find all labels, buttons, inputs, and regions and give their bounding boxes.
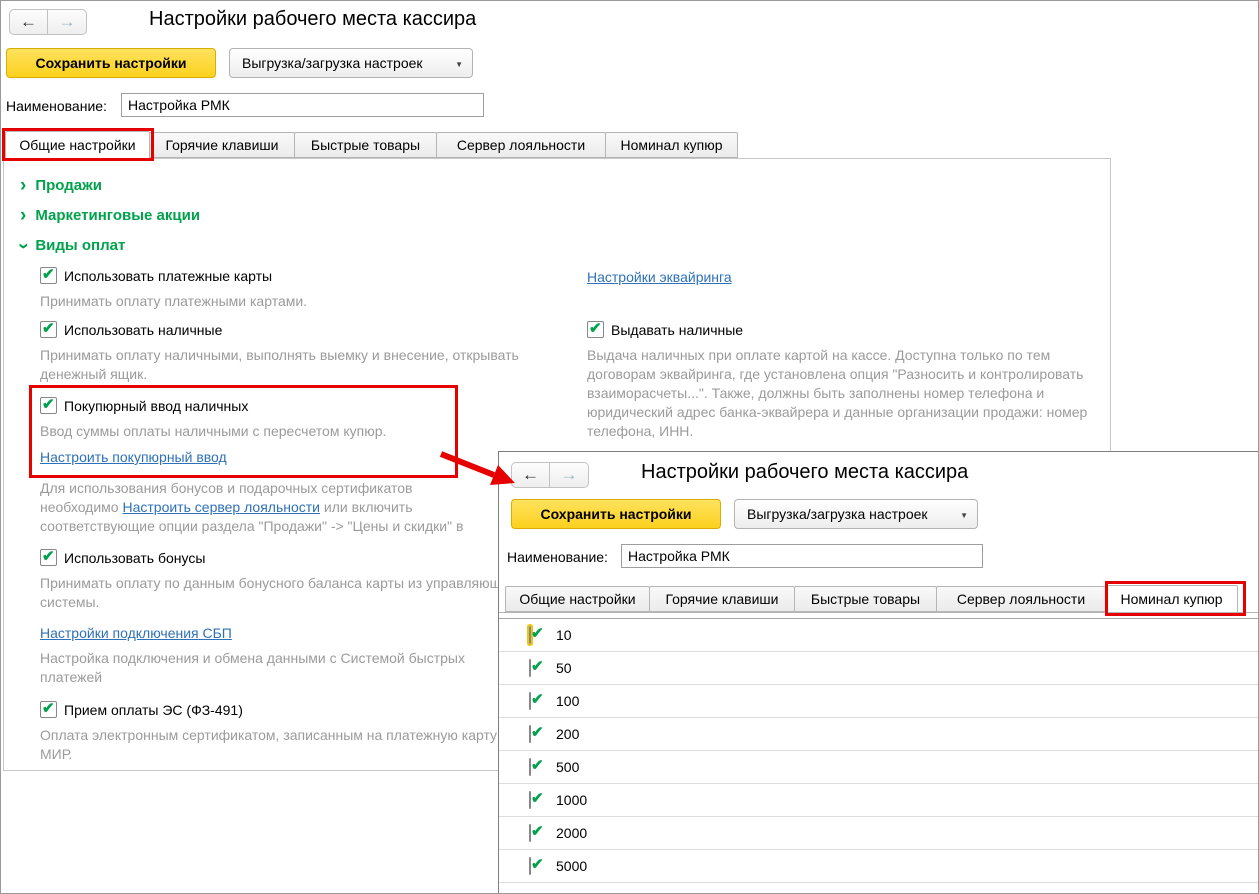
- export-import-settings-button[interactable]: Выгрузка/загрузка настроек ▼: [229, 48, 473, 78]
- table-row[interactable]: 500: [499, 751, 1258, 784]
- export-import-label: Выгрузка/загрузка настроек: [747, 506, 928, 522]
- denomination-value: 10: [556, 627, 572, 643]
- chevron-down-icon: ▼: [960, 511, 968, 520]
- tab-quick-goods[interactable]: Быстрые товары: [794, 586, 937, 612]
- sbp-connection-settings-link[interactable]: Настройки подключения СБП: [40, 625, 232, 641]
- tab-banknote-denomination[interactable]: Номинал купюр: [1105, 585, 1238, 613]
- save-settings-button[interactable]: Сохранить настройки: [511, 499, 721, 529]
- section-label: Маркетинговые акции: [35, 207, 201, 224]
- hint-banknote-entry: Ввод суммы оплаты наличными с пересчетом…: [40, 423, 387, 439]
- denomination-value: 100: [556, 693, 580, 709]
- checkbox-checked-icon[interactable]: [529, 758, 531, 776]
- name-label: Наименование:: [507, 549, 608, 565]
- chevron-right-icon: ›: [20, 174, 27, 196]
- export-import-label: Выгрузка/загрузка настроек: [242, 55, 423, 71]
- table-row[interactable]: 200: [499, 718, 1258, 751]
- checkbox-row-use-bonuses[interactable]: Использовать бонусы: [40, 547, 206, 566]
- checkbox-checked-icon[interactable]: [40, 319, 57, 338]
- page-title: Настройки рабочего места кассира: [149, 8, 477, 30]
- acquiring-settings-link[interactable]: Настройки эквайринга: [587, 269, 732, 285]
- section-payment-types[interactable]: › Виды оплат: [13, 237, 126, 254]
- overlay-window: ← → Настройки рабочего места кассира Сох…: [498, 451, 1258, 893]
- denomination-value: 50: [556, 660, 572, 676]
- tab-general-settings[interactable]: Общие настройки: [5, 131, 150, 159]
- tab-loyalty-server[interactable]: Сервер лояльности: [436, 132, 606, 158]
- checkbox-checked-icon[interactable]: [529, 692, 531, 710]
- denomination-value: 500: [556, 759, 580, 775]
- nav-button-group: ← →: [511, 462, 589, 488]
- checkbox-row-es-payment[interactable]: Прием оплаты ЭС (ФЗ-491): [40, 699, 243, 718]
- checkbox-checked-icon[interactable]: [529, 659, 531, 677]
- checkbox-checked-icon[interactable]: [40, 699, 57, 718]
- save-settings-button[interactable]: Сохранить настройки: [6, 48, 216, 78]
- checkbox-label: Прием оплаты ЭС (ФЗ-491): [64, 701, 243, 718]
- configure-loyalty-server-link[interactable]: Настроить сервер лояльности: [122, 499, 320, 515]
- checkbox-label: Покупюрный ввод наличных: [64, 397, 249, 414]
- hint-use-cash: Принимать оплату наличными, выполнять вы…: [40, 347, 519, 382]
- name-input[interactable]: [621, 544, 983, 568]
- hint-cash-out: Выдача наличных при оплате картой на кас…: [587, 347, 1088, 439]
- forward-arrow-icon[interactable]: →: [550, 462, 589, 488]
- tab-bar-main: Общие настройки Горячие клавиши Быстрые …: [5, 131, 738, 159]
- tab-quick-goods[interactable]: Быстрые товары: [294, 132, 437, 158]
- annotation-arrow: [439, 451, 515, 485]
- checkbox-checked-icon[interactable]: [40, 395, 57, 414]
- checkbox-label: Выдавать наличные: [611, 321, 744, 338]
- denomination-value: 5000: [556, 858, 588, 874]
- table-row[interactable]: 100: [499, 685, 1258, 718]
- tab-hotkeys[interactable]: Горячие клавиши: [149, 132, 295, 158]
- table-row[interactable]: 50: [499, 652, 1258, 685]
- configure-banknote-entry-link[interactable]: Настроить покупюрный ввод: [40, 449, 227, 465]
- checkbox-checked-icon[interactable]: [529, 725, 531, 743]
- checkbox-row-use-cash[interactable]: Использовать наличные: [40, 319, 223, 338]
- denomination-value: 1000: [556, 792, 588, 808]
- table-row[interactable]: 10: [499, 619, 1258, 652]
- checkbox-checked-icon[interactable]: [529, 791, 531, 809]
- checkbox-checked-icon[interactable]: [529, 626, 531, 644]
- checkbox-checked-icon[interactable]: [587, 319, 604, 338]
- section-sales[interactable]: › Продажи: [20, 174, 102, 196]
- hint-es-payment: Оплата электронным сертификатом, записан…: [40, 727, 498, 762]
- checkbox-checked-icon[interactable]: [529, 857, 531, 875]
- denomination-value: 200: [556, 726, 580, 742]
- checkbox-row-cash-out[interactable]: Выдавать наличные: [587, 319, 744, 338]
- forward-arrow-icon[interactable]: →: [48, 9, 87, 35]
- checkbox-row-use-payment-cards[interactable]: Использовать платежные карты: [40, 265, 273, 284]
- table-row[interactable]: 5000: [499, 850, 1258, 883]
- tab-hotkeys[interactable]: Горячие клавиши: [649, 586, 795, 612]
- checkbox-checked-icon[interactable]: [40, 265, 57, 284]
- back-arrow-icon[interactable]: ←: [9, 9, 48, 35]
- main-window: ← → Настройки рабочего места кассира Сох…: [0, 0, 1259, 894]
- denomination-table: 10 50 100 200 500 1000: [499, 618, 1258, 883]
- chevron-down-icon: ›: [13, 242, 35, 249]
- checkbox-label: Использовать платежные карты: [64, 267, 273, 284]
- export-import-settings-button[interactable]: Выгрузка/загрузка настроек ▼: [734, 499, 978, 529]
- table-row[interactable]: 2000: [499, 817, 1258, 850]
- checkbox-label: Использовать наличные: [64, 321, 223, 338]
- tab-loyalty-server[interactable]: Сервер лояльности: [936, 586, 1106, 612]
- checkbox-checked-icon[interactable]: [529, 824, 531, 842]
- section-label: Виды оплат: [35, 237, 126, 254]
- hint-sbp: Настройка подключения и обмена данными с…: [40, 650, 465, 685]
- name-input[interactable]: [121, 93, 484, 117]
- checkbox-row-banknote-entry[interactable]: Покупюрный ввод наличных: [40, 395, 249, 414]
- section-marketing[interactable]: › Маркетинговые акции: [20, 204, 201, 226]
- chevron-right-icon: ›: [20, 204, 27, 226]
- checkbox-label: Использовать бонусы: [64, 549, 206, 566]
- table-row[interactable]: 1000: [499, 784, 1258, 817]
- tab-general-settings[interactable]: Общие настройки: [505, 586, 650, 612]
- checkbox-checked-icon[interactable]: [40, 547, 57, 566]
- hint-use-bonuses: Принимать оплату по данным бонусного бал…: [40, 575, 517, 610]
- tab-banknote-denomination[interactable]: Номинал купюр: [605, 132, 738, 158]
- denomination-value: 2000: [556, 825, 588, 841]
- section-label: Продажи: [35, 177, 102, 194]
- chevron-down-icon: ▼: [455, 60, 463, 69]
- name-label: Наименование:: [6, 98, 107, 114]
- tab-bar-overlay: Общие настройки Горячие клавиши Быстрые …: [505, 585, 1238, 613]
- page-title: Настройки рабочего места кассира: [641, 461, 969, 483]
- nav-button-group: ← →: [9, 9, 87, 35]
- hint-card-payments: Принимать оплату платежными картами.: [40, 293, 308, 309]
- hint-bonus-note: Для использования бонусов и подарочных с…: [40, 479, 464, 536]
